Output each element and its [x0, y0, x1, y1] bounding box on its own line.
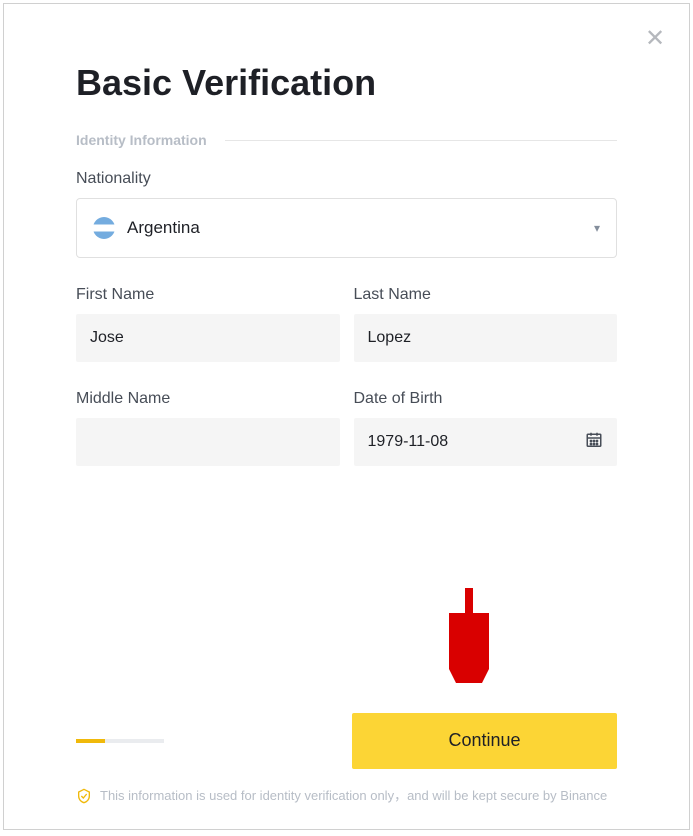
chevron-down-icon: ▾: [594, 221, 600, 235]
progress-step-active: [76, 739, 105, 743]
close-icon: ✕: [645, 24, 665, 53]
close-button[interactable]: ✕: [643, 26, 667, 50]
disclaimer-text: This information is used for identity ve…: [100, 787, 607, 805]
nationality-label: Nationality: [76, 170, 617, 188]
progress-step-inactive: [135, 739, 164, 743]
verification-modal: ✕ Basic Verification Identity Informatio…: [3, 3, 690, 830]
progress-indicator: [76, 739, 164, 743]
last-name-label: Last Name: [354, 286, 618, 304]
section-label: Identity Information: [76, 132, 207, 148]
first-name-input[interactable]: [76, 314, 340, 362]
dob-input[interactable]: [354, 418, 618, 466]
section-header: Identity Information: [76, 132, 617, 148]
disclaimer: This information is used for identity ve…: [76, 787, 617, 809]
last-name-input[interactable]: [354, 314, 618, 362]
progress-step-inactive: [105, 739, 134, 743]
middle-name-label: Middle Name: [76, 390, 340, 408]
flag-icon: [93, 217, 115, 239]
first-name-label: First Name: [76, 286, 340, 304]
page-title: Basic Verification: [76, 62, 617, 104]
shield-icon: [76, 788, 92, 809]
nationality-select[interactable]: Argentina ▾: [76, 198, 617, 258]
dob-label: Date of Birth: [354, 390, 618, 408]
continue-button[interactable]: Continue: [352, 713, 617, 769]
divider: [225, 140, 617, 141]
middle-name-input[interactable]: [76, 418, 340, 466]
nationality-value: Argentina: [127, 218, 594, 238]
